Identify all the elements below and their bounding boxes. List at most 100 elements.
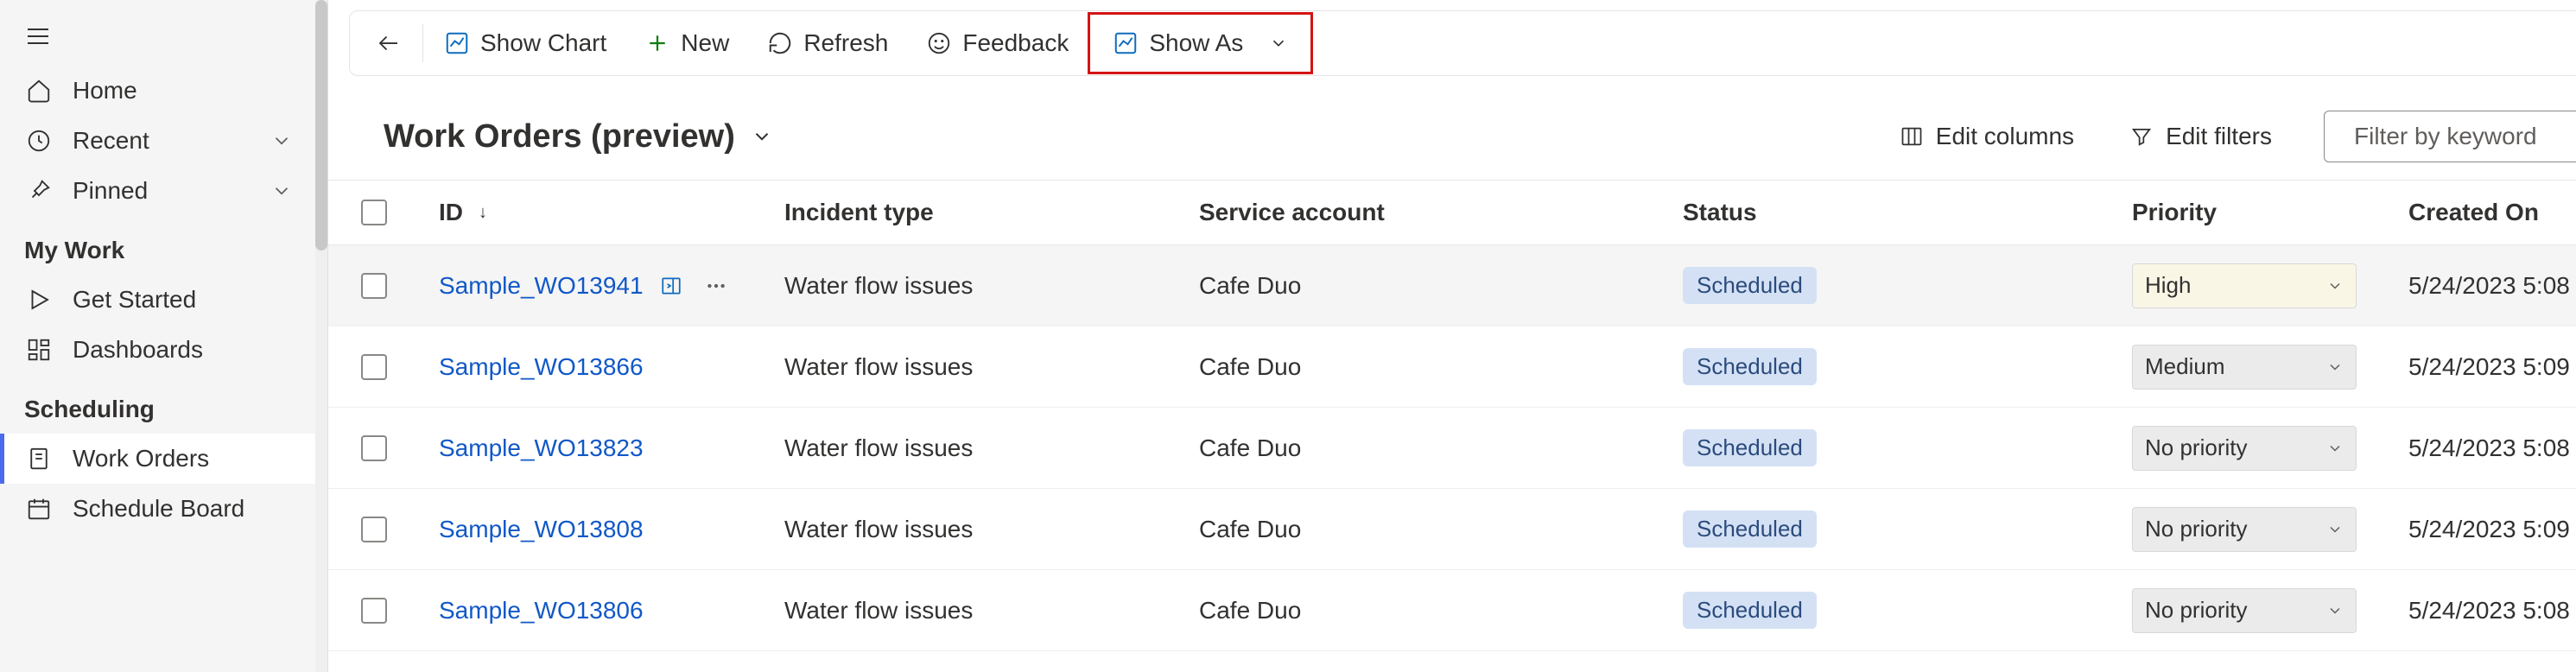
view-selector[interactable]: Work Orders (preview)	[384, 118, 773, 155]
col-header-status-label: Status	[1683, 199, 1757, 226]
row-checkbox[interactable]	[361, 517, 387, 542]
priority-select[interactable]: No priority	[2132, 507, 2357, 552]
cell-priority: No priority	[2132, 426, 2408, 471]
cell-priority: No priority	[2132, 507, 2408, 552]
cell-created-on: 5/24/2023 5:08 PM	[2408, 597, 2576, 624]
sidebar-item-work-orders[interactable]: Work Orders	[0, 434, 327, 484]
status-badge: Scheduled	[1683, 348, 1817, 385]
cell-created-on: 5/24/2023 5:09 PM	[2408, 353, 2576, 381]
col-header-id[interactable]: ID ↓	[439, 199, 784, 226]
priority-value: High	[2145, 272, 2191, 299]
cell-created-on: 5/24/2023 5:08 PM	[2408, 272, 2576, 300]
id-link[interactable]: Sample_WO13941	[439, 272, 644, 300]
smiley-icon	[926, 30, 952, 56]
col-header-incident-type[interactable]: Incident type	[784, 199, 1199, 226]
filter-keyword-input-wrap[interactable]	[2324, 111, 2576, 162]
priority-value: No priority	[2145, 597, 2247, 624]
show-as-button[interactable]: Show As	[1094, 19, 1307, 67]
priority-value: Medium	[2145, 353, 2224, 380]
sidebar-scrollbar-thumb[interactable]	[315, 0, 327, 250]
filter-keyword-input[interactable]	[2354, 123, 2576, 150]
chevron-down-icon	[1269, 34, 1288, 53]
edit-filters-button[interactable]: Edit filters	[2112, 114, 2289, 159]
main-area: Show Chart New Refresh Feedback Show As	[328, 0, 2576, 672]
col-header-service-account[interactable]: Service account	[1199, 199, 1683, 226]
table-row[interactable]: Sample_WO13806Water flow issuesCafe DuoS…	[328, 570, 2576, 651]
row-checkbox[interactable]	[361, 273, 387, 299]
plus-icon	[644, 30, 670, 56]
cell-priority: High	[2132, 263, 2408, 308]
priority-select[interactable]: No priority	[2132, 426, 2357, 471]
cell-created-on: 5/24/2023 5:09 PM	[2408, 516, 2576, 543]
select-all-checkbox[interactable]	[361, 200, 387, 225]
refresh-icon	[767, 30, 793, 56]
col-header-priority-label: Priority	[2132, 199, 2217, 226]
priority-select[interactable]: Medium	[2132, 345, 2357, 390]
chevron-down-icon	[751, 125, 773, 148]
id-link[interactable]: Sample_WO13808	[439, 516, 644, 543]
sidebar-item-recent[interactable]: Recent	[0, 116, 327, 166]
chevron-down-icon	[2326, 602, 2344, 619]
cell-service-account: Cafe Duo	[1199, 434, 1683, 462]
status-badge: Scheduled	[1683, 267, 1817, 304]
table-row[interactable]: Sample_WO13823Water flow issuesCafe DuoS…	[328, 408, 2576, 489]
col-header-service-account-label: Service account	[1199, 199, 1385, 226]
table-row[interactable]: Sample_WO13808Water flow issuesCafe DuoS…	[328, 489, 2576, 570]
refresh-label: Refresh	[803, 29, 888, 57]
cell-status: Scheduled	[1683, 267, 2132, 304]
workorder-icon	[24, 444, 54, 473]
view-header: Work Orders (preview) Edit columns Edit …	[328, 76, 2576, 180]
sidebar-item-dashboards[interactable]: Dashboards	[0, 325, 327, 375]
clock-icon	[24, 126, 54, 155]
hamburger-button[interactable]	[0, 9, 327, 66]
cell-id: Sample_WO13823	[439, 434, 784, 462]
sidebar-item-get-started[interactable]: Get Started	[0, 275, 327, 325]
row-checkbox[interactable]	[361, 354, 387, 380]
row-select-cell	[361, 517, 439, 542]
open-side-pane-icon[interactable]	[654, 269, 688, 303]
feedback-button[interactable]: Feedback	[907, 19, 1088, 67]
dashboard-icon	[24, 335, 54, 365]
cell-incident-type: Water flow issues	[784, 516, 1199, 543]
grid-header-row: ID ↓ Incident type Service account Statu…	[328, 180, 2576, 245]
sidebar-item-schedule-board[interactable]: Schedule Board	[0, 484, 327, 534]
calendar-icon	[24, 494, 54, 523]
row-checkbox[interactable]	[361, 598, 387, 624]
id-link[interactable]: Sample_WO13866	[439, 353, 644, 381]
cell-status: Scheduled	[1683, 510, 2132, 548]
priority-value: No priority	[2145, 516, 2247, 542]
id-link[interactable]: Sample_WO13823	[439, 434, 644, 462]
cell-incident-type: Water flow issues	[784, 597, 1199, 624]
new-button[interactable]: New	[625, 19, 748, 67]
sidebar-item-home[interactable]: Home	[0, 66, 327, 116]
edit-columns-button[interactable]: Edit columns	[1882, 114, 2091, 159]
table-row[interactable]: Sample_WO13941Water flow issuesCafe DuoS…	[328, 245, 2576, 326]
show-chart-button[interactable]: Show Chart	[425, 19, 625, 67]
row-select-cell	[361, 273, 439, 299]
refresh-button[interactable]: Refresh	[748, 19, 907, 67]
row-checkbox[interactable]	[361, 435, 387, 461]
id-link[interactable]: Sample_WO13806	[439, 597, 644, 624]
show-as-highlight-box: Show As	[1088, 12, 1313, 74]
priority-value: No priority	[2145, 434, 2247, 461]
col-header-created-on[interactable]: Created On	[2408, 199, 2576, 226]
priority-select[interactable]: High	[2132, 263, 2357, 308]
sidebar: Home Recent Pinned My Work Get Started D…	[0, 0, 328, 672]
view-title-text: Work Orders (preview)	[384, 118, 735, 155]
priority-select[interactable]: No priority	[2132, 588, 2357, 633]
col-header-status[interactable]: Status	[1683, 199, 2132, 226]
back-button[interactable]	[357, 19, 421, 67]
toolbar-separator	[422, 24, 423, 62]
cell-id: Sample_WO13808	[439, 516, 784, 543]
cell-status: Scheduled	[1683, 429, 2132, 466]
cell-priority: Medium	[2132, 345, 2408, 390]
cell-incident-type: Water flow issues	[784, 272, 1199, 300]
col-header-priority[interactable]: Priority	[2132, 199, 2408, 226]
table-row[interactable]: Sample_WO13866Water flow issuesCafe DuoS…	[328, 326, 2576, 408]
sidebar-item-label: Dashboards	[73, 336, 203, 364]
sidebar-item-pinned[interactable]: Pinned	[0, 166, 327, 216]
sidebar-item-label: Home	[73, 77, 137, 105]
chevron-down-icon	[2326, 277, 2344, 295]
more-actions-icon[interactable]	[699, 269, 733, 303]
cell-id: Sample_WO13941	[439, 269, 784, 303]
